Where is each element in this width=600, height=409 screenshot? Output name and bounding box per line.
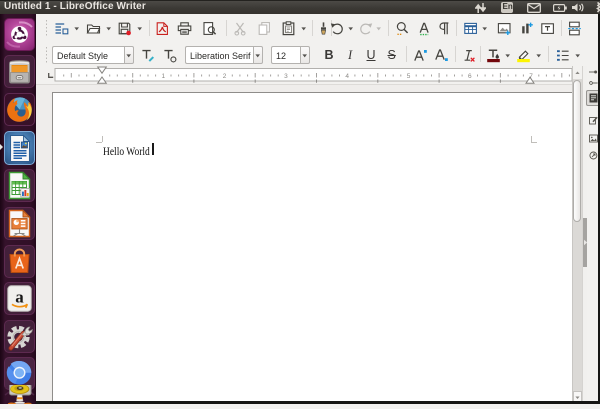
svg-text:2: 2 — [223, 73, 227, 80]
svg-text:4: 4 — [345, 73, 349, 80]
svg-text:1: 1 — [161, 73, 165, 80]
svg-text:3: 3 — [284, 73, 288, 80]
svg-text:5: 5 — [407, 73, 411, 80]
svg-text:6: 6 — [468, 73, 472, 80]
svg-text:a: a — [15, 288, 24, 307]
